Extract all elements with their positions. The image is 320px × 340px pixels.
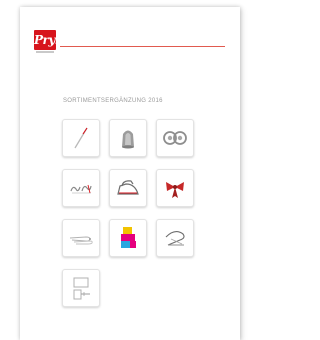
product-tile[interactable] (62, 169, 100, 207)
header-rule (60, 46, 225, 47)
safety-pins-icon (69, 236, 93, 245)
product-tile[interactable] (156, 219, 194, 257)
product-tile[interactable] (156, 169, 194, 207)
cover-title: SORTIMENTSERGÄNZUNG 2016 (63, 98, 163, 104)
product-tile[interactable] (156, 119, 194, 157)
product-tile[interactable] (109, 119, 147, 157)
thimble-icon (122, 130, 134, 149)
product-tile[interactable] (62, 269, 100, 307)
measuring-gauge-icon (73, 277, 90, 300)
product-tile[interactable] (62, 219, 100, 257)
catalog-cover: Prym SORTIMENTSERGÄNZUNG 2016 (20, 7, 240, 340)
snap-fasteners-icon (163, 131, 187, 145)
page-viewer: Prym SORTIMENTSERGÄNZUNG 2016 (0, 0, 257, 340)
iron-icon (117, 180, 139, 195)
product-tile[interactable] (62, 119, 100, 157)
bow-ribbon-icon (166, 182, 184, 198)
brand-logo: Prym (34, 30, 68, 50)
product-tile[interactable] (109, 169, 147, 207)
threader-icon (165, 231, 185, 246)
logo-tagline (36, 51, 54, 53)
fabric-blocks-icon (121, 227, 136, 248)
product-tile[interactable] (109, 219, 147, 257)
hook-and-eye-icon (70, 184, 92, 194)
product-grid (62, 119, 197, 307)
needle-icon (74, 127, 88, 149)
